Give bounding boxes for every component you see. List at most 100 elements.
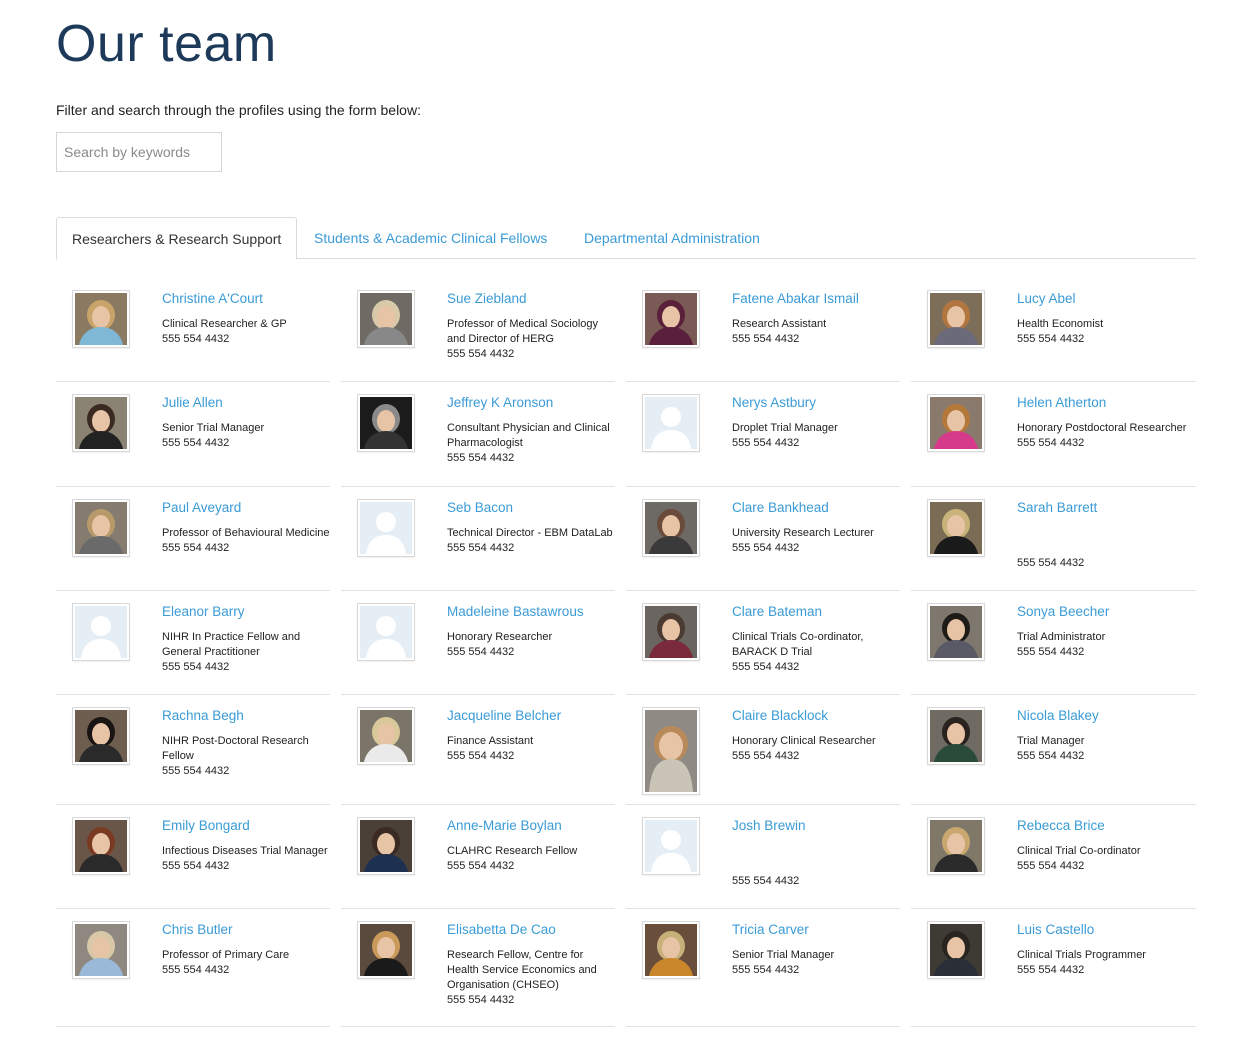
profile-name-link[interactable]: Rebecca Brice bbox=[1017, 817, 1105, 834]
profile-photo[interactable] bbox=[72, 817, 130, 875]
profile-photo[interactable] bbox=[927, 817, 985, 875]
profile-info: Jacqueline Belcher Finance Assistant 555 5… bbox=[447, 707, 617, 764]
default-avatar-icon[interactable] bbox=[72, 603, 130, 661]
profile-photo[interactable] bbox=[642, 603, 700, 661]
profile-name-link[interactable]: Josh Brewin bbox=[732, 817, 806, 834]
profile-role: Honorary Researcher bbox=[447, 631, 553, 643]
profile-card: Luis Castello Clinical Trials Programmer 5… bbox=[911, 909, 1196, 1027]
profile-phone: 555 554 4432 bbox=[162, 333, 230, 345]
profile-info: Seb Bacon Technical Director - EBM DataLa… bbox=[447, 499, 617, 556]
profile-name-link[interactable]: Sue Ziebland bbox=[447, 290, 527, 307]
profile-card: Tricia Carver Senior Trial Manager 555 554… bbox=[626, 909, 900, 1027]
profile-role: Senior Trial Manager bbox=[732, 949, 835, 961]
profile-name-link[interactable]: Jeffrey K Aronson bbox=[447, 394, 553, 411]
profile-card: Fatene Abakar Ismail Research Assistant 55… bbox=[626, 278, 900, 382]
profile-role: Honorary Postdoctoral Researcher bbox=[1017, 422, 1187, 434]
profile-role: Professor of Medical Sociology and Direc… bbox=[447, 318, 599, 345]
profile-photo[interactable] bbox=[927, 603, 985, 661]
default-avatar-icon[interactable] bbox=[642, 817, 700, 875]
profile-phone: 555 554 4432 bbox=[162, 765, 230, 777]
profile-info: Jeffrey K Aronson Consultant Physician an… bbox=[447, 394, 617, 466]
profile-name-link[interactable]: Lucy Abel bbox=[1017, 290, 1076, 307]
profile-photo[interactable] bbox=[357, 817, 415, 875]
profile-card: Chris Butler Professor of Primary Care 555… bbox=[56, 909, 330, 1027]
profile-card: Clare Bankhead University Research Lectur… bbox=[626, 487, 900, 591]
profile-role: Senior Trial Manager bbox=[162, 422, 265, 434]
profile-phone: 555 554 4432 bbox=[447, 750, 515, 762]
profile-photo[interactable] bbox=[72, 394, 130, 452]
profile-photo[interactable] bbox=[357, 707, 415, 765]
profile-name-link[interactable]: Chris Butler bbox=[162, 921, 233, 938]
profile-info: Sue Ziebland Professor of Medical Sociolo… bbox=[447, 290, 617, 362]
profile-name-link[interactable]: Seb Bacon bbox=[447, 499, 513, 516]
profile-photo[interactable] bbox=[642, 707, 700, 795]
default-avatar-icon[interactable] bbox=[357, 499, 415, 557]
profile-role bbox=[732, 844, 902, 874]
row-divider bbox=[341, 1026, 615, 1027]
profile-card: Josh Brewin 555 554 4432 bbox=[626, 805, 900, 909]
profile-card: Seb Bacon Technical Director - EBM DataLa… bbox=[341, 487, 615, 591]
profile-name-link[interactable]: Luis Castello bbox=[1017, 921, 1094, 938]
profile-name-link[interactable]: Rachna Begh bbox=[162, 707, 244, 724]
profile-name-link[interactable]: Elisabetta De Cao bbox=[447, 921, 556, 938]
profile-name-link[interactable]: Emily Bongard bbox=[162, 817, 250, 834]
profile-photo[interactable] bbox=[357, 290, 415, 348]
profile-name-link[interactable]: Clare Bateman bbox=[732, 603, 822, 620]
profile-name-link[interactable]: Sarah Barrett bbox=[1017, 499, 1097, 516]
search-input[interactable] bbox=[56, 132, 222, 172]
profile-name-link[interactable]: Paul Aveyard bbox=[162, 499, 241, 516]
profile-card: Clare Bateman Clinical Trials Co-ordinato… bbox=[626, 591, 900, 695]
profile-role: Consultant Physician and Clinical Pharma… bbox=[447, 422, 610, 449]
profile-card: Christine A'Court Clinical Researcher & G… bbox=[56, 278, 330, 382]
profile-photo[interactable] bbox=[642, 921, 700, 979]
profile-name-link[interactable]: Sonya Beecher bbox=[1017, 603, 1109, 620]
profile-role: NIHR Post-Doctoral Research Fellow bbox=[162, 735, 309, 762]
profile-name-link[interactable]: Nicola Blakey bbox=[1017, 707, 1099, 724]
profile-photo[interactable] bbox=[642, 499, 700, 557]
profile-photo[interactable] bbox=[927, 394, 985, 452]
profile-name-link[interactable]: Christine A'Court bbox=[162, 290, 263, 307]
default-avatar-icon[interactable] bbox=[642, 394, 700, 452]
profile-phone: 555 554 4432 bbox=[732, 661, 800, 673]
profile-name-link[interactable]: Tricia Carver bbox=[732, 921, 809, 938]
profile-photo[interactable] bbox=[927, 707, 985, 765]
tab-researchers[interactable]: Researchers & Research Support bbox=[56, 217, 298, 260]
profile-role: NIHR In Practice Fellow and General Prac… bbox=[162, 631, 301, 658]
profile-name-link[interactable]: Nerys Astbury bbox=[732, 394, 816, 411]
profile-photo[interactable] bbox=[357, 394, 415, 452]
profile-phone: 555 554 4432 bbox=[732, 750, 800, 762]
profile-photo[interactable] bbox=[72, 499, 130, 557]
profile-card: Sonya Beecher Trial Administrator 555 554 … bbox=[911, 591, 1196, 695]
profile-photo[interactable] bbox=[642, 290, 700, 348]
profile-info: Helen Atherton Honorary Postdoctoral Rese… bbox=[1017, 394, 1187, 451]
profile-photo[interactable] bbox=[927, 290, 985, 348]
profile-phone: 555 554 4432 bbox=[162, 964, 230, 976]
profile-name-link[interactable]: Helen Atherton bbox=[1017, 394, 1106, 411]
profile-name-link[interactable]: Madeleine Bastawrous bbox=[447, 603, 584, 620]
profile-photo[interactable] bbox=[927, 921, 985, 979]
profile-card: Jacqueline Belcher Finance Assistant 555 5… bbox=[341, 695, 615, 805]
row-divider bbox=[626, 1026, 900, 1027]
profile-name-link[interactable]: Claire Blacklock bbox=[732, 707, 828, 724]
tab-administration[interactable]: Departmental Administration bbox=[584, 217, 760, 259]
profile-role: University Research Lecturer bbox=[732, 527, 874, 539]
profile-name-link[interactable]: Clare Bankhead bbox=[732, 499, 829, 516]
profile-name-link[interactable]: Eleanor Barry bbox=[162, 603, 245, 620]
tab-students[interactable]: Students & Academic Clinical Fellows bbox=[314, 217, 547, 259]
profile-card: Paul Aveyard Professor of Behavioural Med… bbox=[56, 487, 330, 591]
profile-name-link[interactable]: Jacqueline Belcher bbox=[447, 707, 561, 724]
profile-card: Nicola Blakey Trial Manager 555 554 4432 bbox=[911, 695, 1196, 805]
profile-photo[interactable] bbox=[927, 499, 985, 557]
profile-name-link[interactable]: Anne-Marie Boylan bbox=[447, 817, 562, 834]
profile-phone: 555 554 4432 bbox=[732, 875, 800, 887]
profile-phone: 555 554 4432 bbox=[732, 964, 800, 976]
profile-name-link[interactable]: Fatene Abakar Ismail bbox=[732, 290, 859, 307]
profile-photo[interactable] bbox=[72, 921, 130, 979]
profile-photo[interactable] bbox=[72, 290, 130, 348]
profile-photo[interactable] bbox=[357, 921, 415, 979]
profile-photo[interactable] bbox=[72, 707, 130, 765]
profile-name-link[interactable]: Julie Allen bbox=[162, 394, 223, 411]
tab-bar: Researchers & Research Support Students … bbox=[56, 217, 1196, 260]
default-avatar-icon[interactable] bbox=[357, 603, 415, 661]
profile-info: Fatene Abakar Ismail Research Assistant 55… bbox=[732, 290, 902, 347]
